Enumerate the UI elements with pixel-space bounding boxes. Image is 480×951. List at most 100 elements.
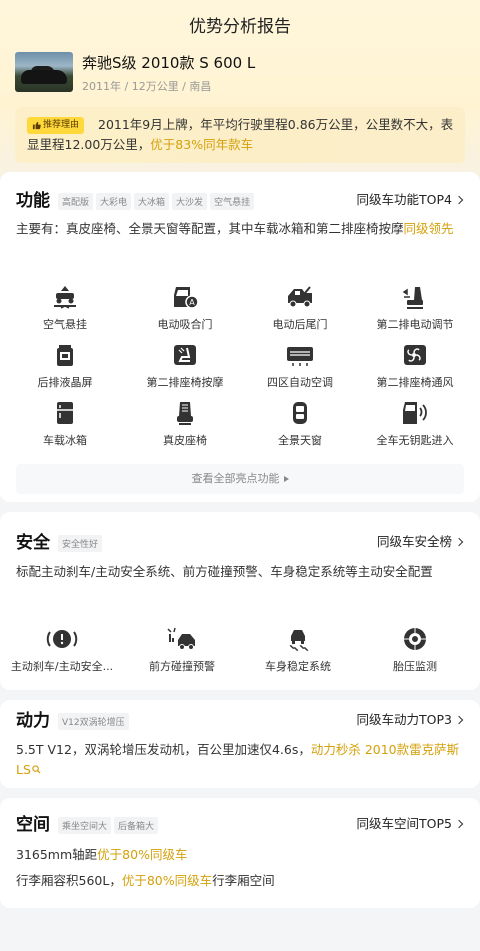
feature-item[interactable]: 电动后尾门 (240, 284, 360, 332)
keyless-entry-icon (403, 402, 427, 424)
power-summary: 5.5T V12，双涡轮增压发动机，百公里加速仅4.6s，动力秒杀 2010款雷… (16, 740, 466, 780)
feature-label: 电动吸合门 (157, 318, 213, 331)
power-top-link[interactable]: 同级车动力TOP3 (357, 709, 464, 728)
feature-chip: 高配版 (58, 193, 94, 210)
space-top-link[interactable]: 同级车空间TOP5 (356, 813, 464, 832)
soft-close-door-icon: A (174, 287, 199, 309)
view-all-features-label: 查看全部亮点功能 (191, 472, 280, 485)
recommend-reason-box: 推荐理由 2011年9月上牌，年平均行驶里程0.86万公里，公里数不大，表显里程… (15, 107, 465, 163)
feature-label: 第二排电动调节 (376, 318, 454, 331)
safety-title: 安全 (16, 533, 50, 553)
features-top-link-label: 同级车功能TOP4 (356, 192, 452, 207)
feature-item[interactable]: 车载冰箱 (5, 400, 125, 448)
safety-item-label: 胎压监测 (393, 660, 437, 673)
safety-item[interactable]: 主动刹车/主动安全... (2, 626, 122, 674)
triangle-right-icon (283, 476, 289, 482)
seat-massage-icon (174, 345, 196, 365)
collision-warning-icon (167, 627, 195, 650)
power-chips: V12双涡轮增压 (58, 710, 132, 730)
power-card: 动力 V12双涡轮增压 同级车动力TOP3 5.5T V12，双涡轮增压发动机，… (0, 700, 480, 788)
features-summary-text: 主要有：真皮座椅、全景天窗等配置，其中车载冰箱和第二排座椅按摩 (16, 221, 404, 236)
car-fridge-icon (57, 402, 73, 424)
car-thumbnail[interactable] (15, 52, 73, 92)
feature-item[interactable]: 四区自动空调 (240, 342, 360, 390)
chevron-right-icon (454, 715, 464, 725)
safety-chip: 安全性好 (58, 535, 103, 552)
safety-rank-link[interactable]: 同级车安全榜 (377, 531, 464, 550)
safety-item-label: 主动刹车/主动安全... (10, 660, 114, 673)
space-chip: 后备箱大 (114, 817, 159, 834)
feature-chip: 空气悬挂 (210, 193, 255, 210)
power-summary-text: 5.5T V12，双涡轮增压发动机，百公里加速仅4.6s， (16, 742, 311, 757)
feature-label: 真皮座椅 (163, 434, 207, 447)
page-title: 优势分析报告 (189, 17, 291, 37)
power-seat-adjust-icon (402, 287, 423, 309)
safety-card: 安全 安全性好 同级车安全榜 标配主动刹车/主动安全系统、前方碰撞预警、车身稳定… (0, 512, 480, 690)
feature-item[interactable]: 第二排电动调节 (355, 284, 475, 332)
seat-ventilation-icon (404, 345, 426, 365)
car-name: 奔驰S级 2010款 S 600 L (82, 54, 256, 72)
feature-label: 第二排座椅按摩 (146, 376, 224, 389)
feature-label: 全车无钥匙进入 (376, 434, 454, 447)
space-line2-highlight: 优于80%同级车 (121, 873, 213, 888)
feature-label: 电动后尾门 (272, 318, 328, 331)
feature-item[interactable]: 全景天窗 (240, 400, 360, 448)
features-summary: 主要有：真皮座椅、全景天窗等配置，其中车载冰箱和第二排座椅按摩同级领先 (16, 219, 466, 239)
rear-screen-icon (57, 345, 73, 366)
feature-label: 第二排座椅通风 (376, 376, 454, 389)
feature-item[interactable]: A 电动吸合门 (125, 284, 245, 332)
space-top-link-label: 同级车空间TOP5 (356, 816, 452, 831)
space-card: 空间 乘坐空间大 后备箱大 同级车空间TOP5 3165mm轴距优于80%同级车 … (0, 798, 480, 908)
power-tailgate-icon (288, 286, 312, 308)
chevron-right-icon (454, 819, 464, 829)
feature-label: 全景天窗 (278, 434, 322, 447)
safety-item[interactable]: 前方碰撞预警 (122, 626, 242, 674)
space-line2-tail: 行李厢空间 (212, 873, 275, 888)
space-wheelbase: 3165mm轴距优于80%同级车 (16, 845, 466, 865)
features-chips: 高配版 大彩电 大冰箱 大沙发 空气悬挂 (58, 190, 257, 210)
space-line1-text: 3165mm轴距 (16, 847, 98, 862)
stability-control-icon (289, 630, 309, 651)
power-title: 动力 (16, 711, 50, 731)
features-card: 功能 高配版 大彩电 大冰箱 大沙发 空气悬挂 同级车功能TOP4 主要有：真皮座椅、全… (0, 172, 480, 502)
view-all-features-button[interactable]: 查看全部亮点功能 (16, 464, 464, 494)
space-line1-highlight: 优于80%同级车 (97, 847, 188, 862)
feature-label: 空气悬挂 (43, 318, 87, 331)
safety-summary: 标配主动刹车/主动安全系统、前方碰撞预警、车身稳定系统等主动安全配置 (16, 564, 433, 579)
feature-item[interactable]: 后排液晶屏 (5, 342, 125, 390)
chevron-right-icon (454, 537, 464, 547)
recommend-reason-text: 2011年9月上牌，年平均行驶里程0.86万公里，公里数不大，表显里程12.00… (27, 115, 457, 155)
space-trunk: 行李厢容积560L，优于80%同级车行李厢空间 (16, 871, 466, 891)
feature-chip: 大沙发 (172, 193, 208, 210)
leather-seat-icon (177, 402, 193, 425)
active-brake-icon (46, 630, 78, 648)
feature-item[interactable]: 真皮座椅 (125, 400, 245, 448)
feature-item[interactable]: 空气悬挂 (5, 284, 125, 332)
feature-label: 四区自动空调 (267, 376, 333, 389)
features-summary-highlight: 同级领先 (403, 221, 454, 236)
safety-item[interactable]: 胎压监测 (355, 626, 475, 674)
power-chip: V12双涡轮增压 (58, 713, 129, 730)
tire-pressure-icon (404, 628, 426, 650)
safety-item[interactable]: 车身稳定系统 (238, 626, 358, 674)
car-meta: 2011年 / 12万公里 / 南昌 (82, 80, 212, 93)
space-title: 空间 (16, 815, 50, 835)
space-chips: 乘坐空间大 后备箱大 (58, 814, 161, 834)
safety-item-label: 车身稳定系统 (265, 660, 331, 673)
air-suspension-icon (54, 286, 76, 309)
chevron-right-icon (454, 195, 464, 205)
safety-item-label: 前方碰撞预警 (149, 660, 215, 673)
feature-chip: 大冰箱 (134, 193, 170, 210)
feature-item[interactable]: 全车无钥匙进入 (355, 400, 475, 448)
search-icon[interactable] (32, 765, 41, 774)
feature-item[interactable]: 第二排座椅按摩 (125, 342, 245, 390)
features-top-link[interactable]: 同级车功能TOP4 (356, 189, 464, 208)
feature-label: 车载冰箱 (43, 434, 87, 447)
climate-control-icon (287, 347, 313, 366)
recommend-reason-highlight: 优于83%同年款车 (150, 137, 254, 152)
space-line2-text: 行李厢容积560L， (16, 873, 122, 888)
space-chip: 乘坐空间大 (58, 817, 112, 834)
feature-item[interactable]: 第二排座椅通风 (355, 342, 475, 390)
hero-header: 优势分析报告 奔驰S级 2010款 S 600 L 2011年 / 12万公里 … (0, 0, 480, 190)
panoramic-sunroof-icon (293, 402, 307, 424)
